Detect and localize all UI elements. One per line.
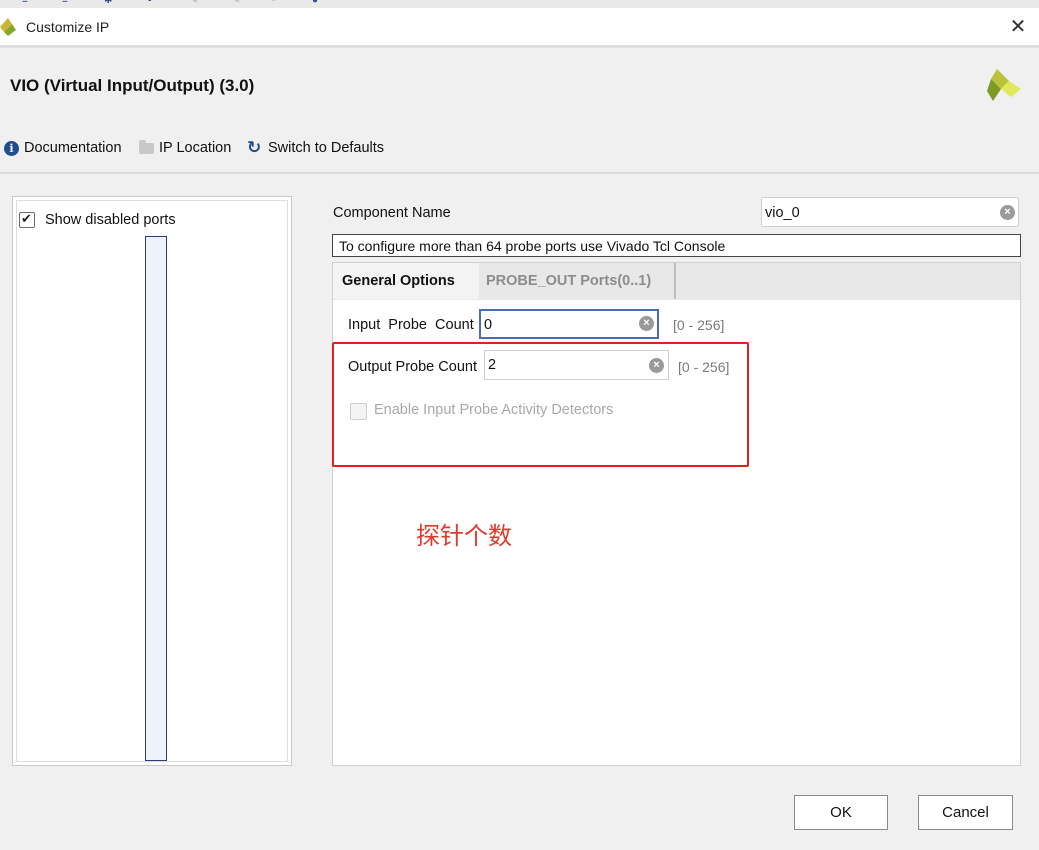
input-probe-range: [0 - 256]	[673, 317, 725, 333]
switch-defaults-link[interactable]: ↻ Switch to Defaults	[247, 139, 384, 157]
annotation-text: 探针个数	[416, 522, 512, 550]
documentation-label: Documentation	[24, 140, 122, 156]
ip-title: VIO (Virtual Input/Output) (3.0)	[10, 76, 255, 95]
show-disabled-ports-checkbox[interactable]	[19, 211, 35, 228]
toolbar-icon: ✎	[190, 0, 199, 6]
folder-icon	[139, 139, 154, 154]
clear-icon[interactable]: ×	[1000, 205, 1015, 220]
ip-location-label: IP Location	[159, 140, 232, 156]
input-probe-count-label: Input Probe Count	[348, 317, 474, 333]
dialog-header: VIO (Virtual Input/Output) (3.0)	[0, 49, 1039, 121]
component-name-value: vio_0	[765, 205, 800, 221]
clear-icon[interactable]: ×	[639, 316, 654, 331]
vivado-logo-icon	[0, 18, 20, 39]
symbol-canvas: Show disabled ports	[16, 200, 288, 762]
toolbar-icon: ✱	[104, 0, 113, 6]
toolbar-icon: ≡	[22, 0, 28, 6]
switch-defaults-label: Switch to Defaults	[268, 140, 385, 156]
component-name-input[interactable]: vio_0 ×	[761, 197, 1019, 227]
close-icon[interactable]: ✕	[1005, 14, 1031, 40]
toolbar-icon: ▪	[148, 0, 152, 6]
config-panel: Component Name vio_0 × To configure more…	[331, 196, 1022, 768]
show-disabled-ports-label: Show disabled ports	[45, 212, 176, 228]
component-name-label: Component Name	[333, 205, 451, 221]
info-icon: i	[4, 140, 19, 156]
tab-general-options[interactable]: General Options	[333, 263, 479, 299]
symbol-panel: Show disabled ports	[12, 196, 292, 766]
title-separator	[0, 45, 1039, 48]
refresh-icon: ↻	[247, 138, 262, 157]
cancel-button[interactable]: Cancel	[918, 795, 1013, 830]
toolbar-icon: ✎	[232, 0, 241, 6]
ok-button[interactable]: OK	[794, 795, 888, 830]
tab-strip: General Options PROBE_OUT Ports(0..1)	[333, 263, 1020, 300]
toolbar-divider	[0, 172, 1039, 174]
toolbar-icon: ●	[312, 0, 319, 6]
toolbar-icon: ≡	[62, 0, 68, 6]
tab-probe-out-ports[interactable]: PROBE_OUT Ports(0..1)	[479, 263, 676, 299]
input-probe-count-value: 0	[484, 317, 493, 333]
toolbar-icon: ▫	[272, 0, 276, 6]
ip-symbol-block	[145, 236, 167, 761]
input-probe-count-field[interactable]: 0 ×	[479, 309, 659, 339]
brand-logo-icon	[987, 67, 1023, 106]
dialog-toolbar: i Documentation IP Location ↻ Switch to …	[0, 122, 1039, 172]
tcl-console-note: To configure more than 64 probe ports us…	[332, 234, 1021, 257]
title-bar: Customize IP ✕	[0, 8, 1039, 47]
documentation-link[interactable]: i Documentation	[4, 139, 122, 157]
ip-location-link[interactable]: IP Location	[139, 139, 231, 157]
background-toolbar: ≡ ≡ ✱ ▪ ✎ ✎ ▫ ●	[0, 0, 1039, 8]
window-title: Customize IP	[26, 19, 110, 35]
annotation-highlight-box	[332, 342, 749, 467]
tab-container: General Options PROBE_OUT Ports(0..1) In…	[332, 262, 1021, 766]
